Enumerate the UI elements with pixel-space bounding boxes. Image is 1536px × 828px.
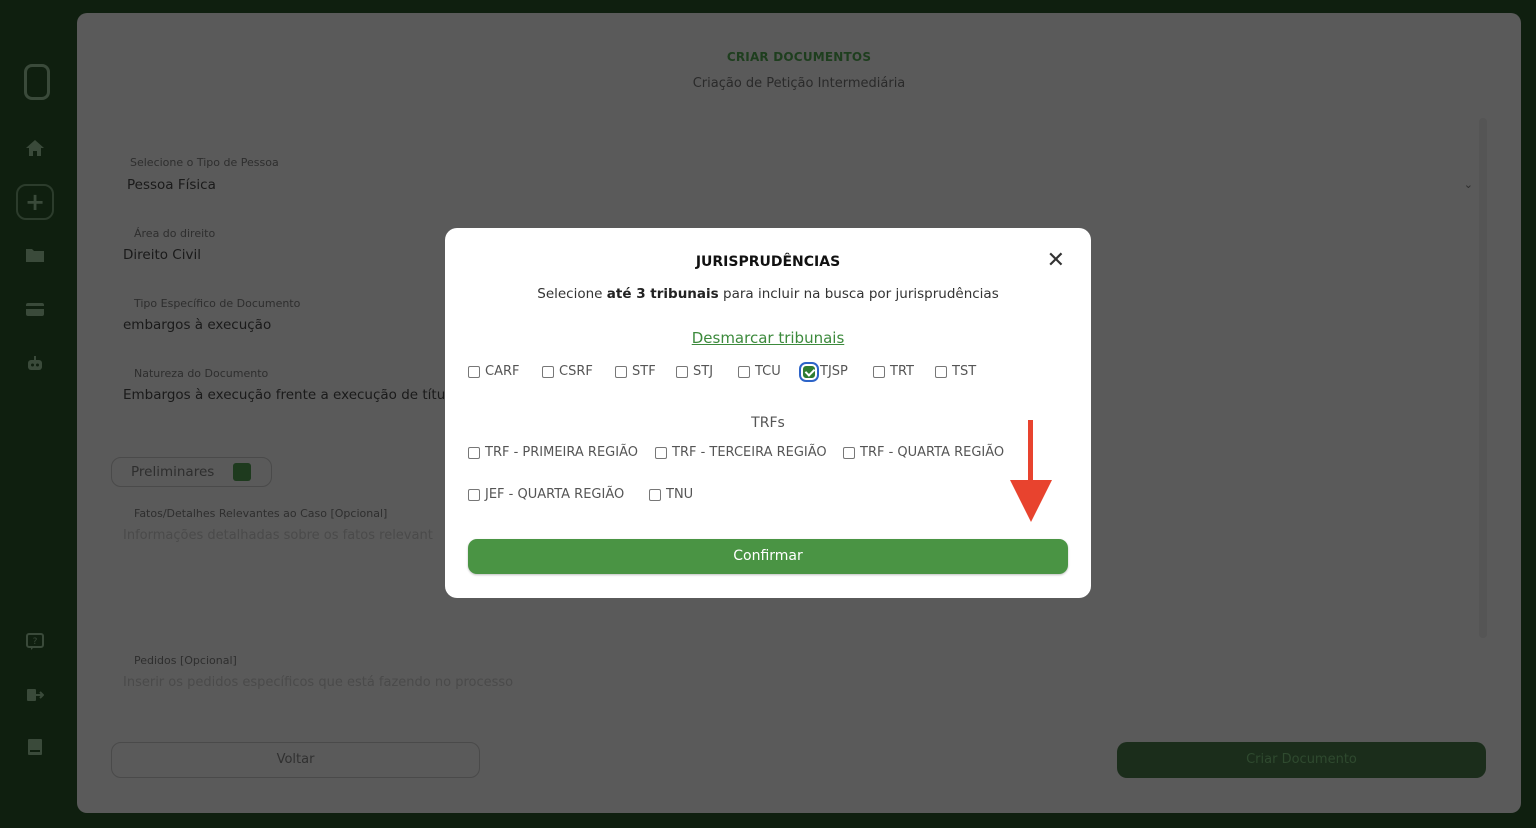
checkbox-box[interactable] [676, 365, 688, 378]
checkbox-box[interactable] [738, 365, 750, 378]
area-input[interactable]: Direito Civil [123, 247, 201, 263]
checkbox-label: TJSP [820, 364, 848, 379]
book-icon[interactable] [20, 732, 50, 762]
pedidos-input[interactable]: Inserir os pedidos específicos que está … [123, 675, 513, 690]
confirmar-button[interactable]: Confirmar [468, 539, 1068, 574]
help-icon[interactable]: ? [20, 627, 50, 657]
preliminares-button[interactable]: Preliminares [111, 457, 272, 487]
checkbox-carf[interactable]: CARF [468, 364, 519, 379]
checkbox-box[interactable] [542, 365, 554, 378]
fatos-label: Fatos/Detalhes Relevantes ao Caso [Opcio… [134, 507, 388, 520]
natureza-label: Natureza do Documento [134, 367, 269, 380]
checkbox-trf-primeira[interactable]: TRF - PRIMEIRA REGIÃO [468, 445, 638, 460]
checkbox-csrf[interactable]: CSRF [542, 364, 593, 379]
checkbox-label: TRF - TERCEIRA REGIÃO [672, 445, 827, 460]
natureza-input[interactable]: Embargos à execução frente a execução de… [123, 387, 445, 403]
checkbox-label: CARF [485, 364, 520, 379]
checkbox-stj[interactable]: STJ [676, 364, 713, 379]
checkbox-box[interactable] [468, 446, 480, 459]
checkbox-tjsp[interactable]: TJSP [799, 361, 848, 382]
page-subtitle: Criação de Petição Intermediária [692, 76, 906, 91]
logout-icon[interactable] [20, 680, 50, 710]
checkbox-box[interactable] [873, 365, 885, 378]
voltar-button[interactable]: Voltar [111, 742, 480, 778]
checkbox-box[interactable] [468, 365, 480, 378]
pedidos-label: Pedidos [Opcional] [134, 654, 237, 667]
checkbox-label: STJ [693, 364, 714, 379]
robot-icon[interactable] [20, 349, 50, 379]
fatos-textarea[interactable]: Informações detalhadas sobre os fatos re… [123, 528, 433, 543]
annotation-arrow-icon [1010, 420, 1052, 522]
checkbox-box[interactable] [468, 488, 480, 501]
tipo-pessoa-label: Selecione o Tipo de Pessoa [130, 156, 279, 169]
checkbox-label: TRF - QUARTA REGIÃO [860, 445, 1005, 460]
tipo-doc-input[interactable]: embargos à execução [123, 317, 271, 333]
jurisprudencias-modal: JURISPRUDÊNCIAS ✕ Selecione até 3 tribun… [445, 228, 1091, 598]
chevron-down-icon[interactable]: ⌄ [1464, 178, 1473, 191]
checkbox-box[interactable] [655, 446, 667, 459]
checkbox-box[interactable] [843, 446, 855, 459]
folder-icon[interactable] [20, 240, 50, 270]
checkbox-stf[interactable]: STF [615, 364, 656, 379]
credit-card-icon[interactable] [20, 294, 50, 324]
preliminares-label: Preliminares [131, 464, 215, 480]
checkbox-tcu[interactable]: TCU [738, 364, 781, 379]
checkbox-tst[interactable]: TST [935, 364, 976, 379]
checkbox-label: TNU [666, 487, 694, 502]
svg-text:?: ? [33, 637, 38, 647]
close-icon[interactable]: ✕ [1047, 250, 1065, 272]
checkbox-label: TRT [890, 364, 914, 379]
checkbox-label: JEF - QUARTA REGIÃO [485, 487, 625, 502]
checkbox-label: TRF - PRIMEIRA REGIÃO [485, 445, 638, 460]
checkbox-tnu[interactable]: TNU [649, 487, 693, 502]
app-logo-icon [24, 64, 50, 100]
checkbox-label: TST [952, 364, 977, 379]
criar-documento-button[interactable]: Criar Documento [1117, 742, 1486, 778]
area-label: Área do direito [134, 227, 216, 240]
checkbox-box[interactable] [615, 365, 627, 378]
scrollbar[interactable] [1479, 118, 1487, 638]
checkbox-label: TCU [755, 364, 781, 379]
checkbox-box[interactable] [649, 488, 661, 501]
checkbox-label: STF [632, 364, 656, 379]
checkbox-box[interactable] [935, 365, 947, 378]
modal-title: JURISPRUDÊNCIAS [695, 254, 841, 270]
page-title: CRIAR DOCUMENTOS [726, 50, 872, 64]
tipo-pessoa-select[interactable]: Pessoa Física [127, 177, 216, 193]
sidebar: + ? [0, 0, 76, 828]
checkbox-trt[interactable]: TRT [873, 364, 914, 379]
add-document-icon[interactable]: + [16, 184, 54, 220]
external-link-icon [233, 463, 251, 481]
checkbox-label: CSRF [559, 364, 593, 379]
tipo-doc-label: Tipo Específico de Documento [134, 297, 301, 310]
checkbox-trf-terceira[interactable]: TRF - TERCEIRA REGIÃO [655, 445, 827, 460]
trfs-section-title: TRFs [751, 415, 785, 431]
desmarcar-tribunais-link[interactable]: Desmarcar tribunais [445, 329, 1091, 347]
checkbox-trf-quarta[interactable]: TRF - QUARTA REGIÃO [843, 445, 1004, 460]
checkbox-box-checked[interactable] [799, 361, 819, 382]
modal-subtitle: Selecione até 3 tribunais para incluir n… [537, 286, 999, 302]
home-icon[interactable] [20, 133, 50, 163]
checkbox-jef-quarta[interactable]: JEF - QUARTA REGIÃO [468, 487, 624, 502]
